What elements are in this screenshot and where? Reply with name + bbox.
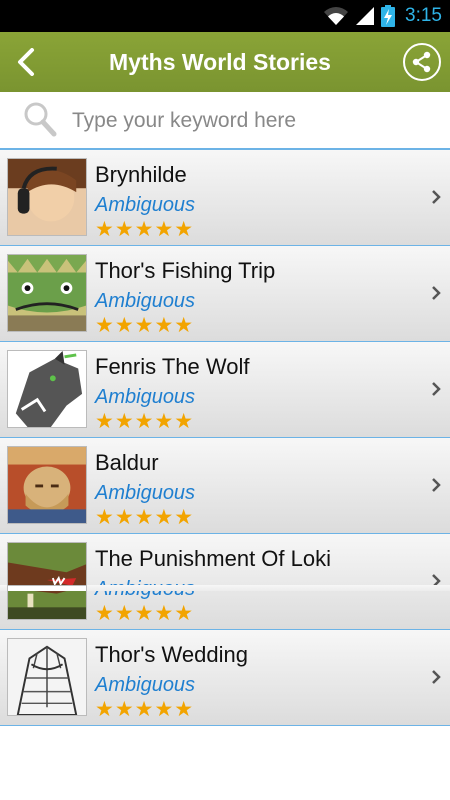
chevron-right-icon (432, 382, 441, 396)
signal-icon (355, 6, 375, 26)
star-rating: ★★★★★ (95, 314, 195, 337)
story-category: Ambiguous (95, 290, 196, 312)
star-rating: ★★★★★ (95, 602, 195, 625)
star-rating: ★★★★★ (95, 698, 195, 721)
story-thumbnail (7, 254, 87, 332)
status-bar: 3:15 (0, 0, 450, 32)
list-item[interactable]: The Punishment Of Loki Ambiguous ★★★★★ (0, 534, 450, 630)
star-rating: ★★★★★ (95, 506, 195, 529)
star-rating: ★★★★★ (95, 410, 195, 433)
chevron-right-icon (432, 286, 441, 300)
story-title: Thor's Wedding (95, 642, 248, 667)
list-item[interactable]: Thor's Wedding Ambiguous ★★★★★ (0, 630, 450, 726)
app-bar: Myths World Stories (0, 32, 450, 92)
search-bar (0, 92, 450, 150)
back-button[interactable] (8, 42, 44, 82)
search-input[interactable] (70, 102, 434, 140)
list-item-partial (0, 585, 450, 591)
page-title: Myths World Stories (109, 49, 331, 75)
wifi-icon (323, 6, 349, 26)
story-category: Ambiguous (95, 386, 196, 408)
story-title: Thor's Fishing Trip (95, 258, 276, 283)
chevron-right-icon (432, 478, 441, 492)
chevron-right-icon (432, 190, 441, 204)
story-thumbnail (7, 585, 87, 591)
status-icons: 3:15 (323, 0, 442, 32)
chevron-right-icon (432, 670, 441, 684)
story-title: Fenris The Wolf (95, 354, 250, 379)
story-category: Ambiguous (95, 482, 196, 504)
story-thumbnail (7, 542, 87, 620)
search-icon (22, 100, 58, 143)
share-button[interactable] (403, 43, 441, 81)
star-rating: ★★★★★ (95, 218, 195, 241)
list-item[interactable]: Fenris The Wolf Ambiguous ★★★★★ (0, 342, 450, 438)
story-thumbnail (7, 350, 87, 428)
story-title: Baldur (95, 450, 159, 475)
story-category: Ambiguous (95, 674, 196, 696)
story-thumbnail (7, 158, 87, 236)
list-item[interactable]: Thor's Fishing Trip Ambiguous ★★★★★ (0, 246, 450, 342)
story-list: Brynhilde Ambiguous ★★★★★ Thor's Fishing… (0, 150, 450, 726)
chevron-left-icon (18, 48, 34, 76)
list-item[interactable]: Baldur Ambiguous ★★★★★ (0, 438, 450, 534)
story-thumbnail (7, 638, 87, 716)
story-category: Ambiguous (95, 194, 196, 216)
story-title: The Punishment Of Loki (95, 546, 332, 571)
story-title: Brynhilde (95, 162, 187, 187)
story-thumbnail (7, 446, 87, 524)
clock-time: 3:15 (405, 5, 442, 26)
list-item[interactable]: Brynhilde Ambiguous ★★★★★ (0, 150, 450, 246)
battery-charging-icon (381, 5, 396, 27)
share-icon (412, 51, 431, 73)
